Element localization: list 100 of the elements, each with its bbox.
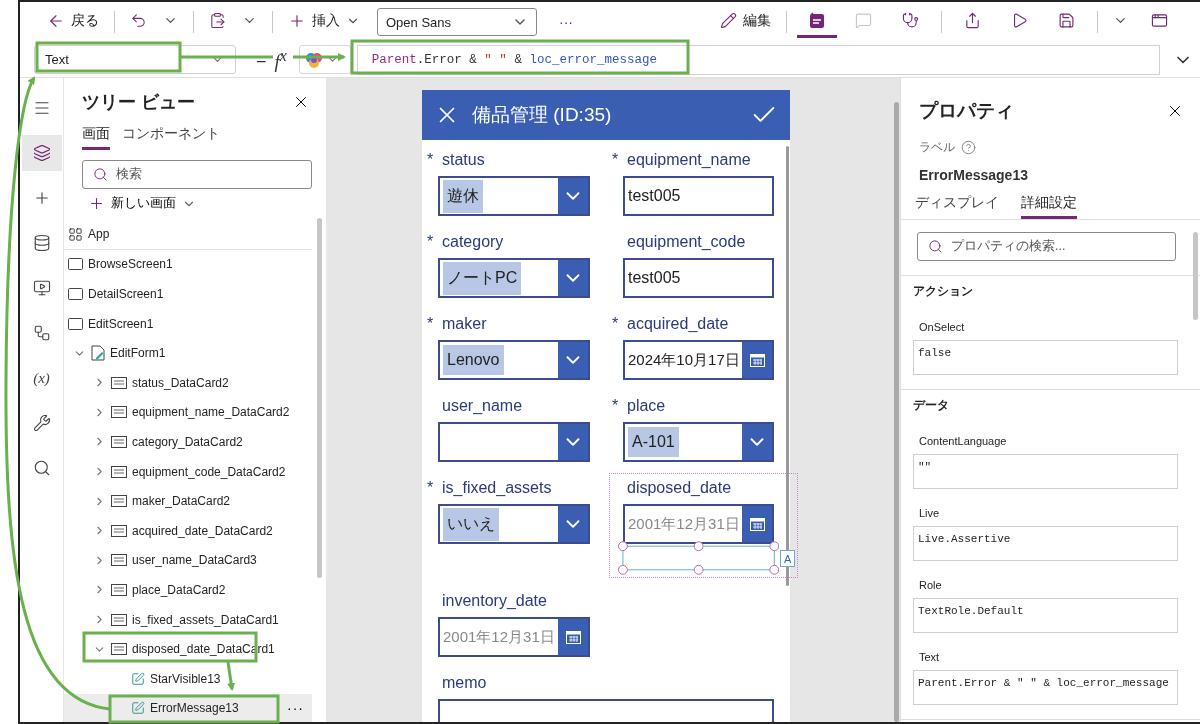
card-icon xyxy=(111,643,127,656)
edit-button[interactable]: 編集 xyxy=(715,6,776,38)
tree-item[interactable]: place_DataCard2 xyxy=(64,575,312,605)
property-value-field[interactable]: TextRole.Default xyxy=(913,598,1178,633)
property-dropdown[interactable]: Text xyxy=(34,45,236,74)
tree-item[interactable]: equipment_name_DataCard2 xyxy=(64,397,312,428)
dropdown-field[interactable] xyxy=(438,422,590,462)
property-value-field[interactable]: false xyxy=(913,340,1178,375)
property-value-field[interactable]: Parent.Error & " " & loc_error_message xyxy=(913,670,1178,705)
tree-item[interactable]: acquired_date_DataCard2 xyxy=(64,515,312,546)
database-icon xyxy=(32,234,51,252)
search-field[interactable]: プロパティの検索... xyxy=(917,232,1176,261)
data-card[interactable]: memo xyxy=(427,671,795,722)
tab[interactable]: 詳細設定 xyxy=(1021,191,1077,219)
required-mark: * xyxy=(427,233,435,251)
field-label: memo xyxy=(442,674,487,692)
text-field[interactable]: test005 xyxy=(623,258,774,298)
date-field[interactable]: 2001年12月31日 xyxy=(438,617,590,657)
new-screen-button[interactable]: 新しい画面 xyxy=(88,195,326,212)
data-card[interactable]: * status 遊休 xyxy=(427,148,612,216)
field-label: equipment_code xyxy=(627,233,746,251)
dropdown-field[interactable]: Lenovo xyxy=(438,340,590,380)
dropdown-button[interactable] xyxy=(558,342,588,378)
required-mark: * xyxy=(612,315,620,333)
scrollbar[interactable] xyxy=(317,218,322,578)
field-label: equipment_name xyxy=(627,151,751,169)
calendar-button[interactable] xyxy=(558,619,588,655)
dropdown-button[interactable] xyxy=(558,178,588,214)
dropdown-button[interactable] xyxy=(558,424,588,460)
rail-button[interactable] xyxy=(21,135,62,171)
tree-item[interactable]: StarVisible13 xyxy=(64,663,312,694)
data-card[interactable]: * category ノートPC xyxy=(427,230,612,298)
tab[interactable]: 画面 xyxy=(82,122,110,150)
tree-item[interactable]: status_DataCard2 xyxy=(64,367,312,398)
dropdown-field[interactable]: A-101 xyxy=(623,422,774,462)
font-dropdown[interactable]: Open Sans xyxy=(377,8,537,36)
date-field[interactable]: 2024年10月17日 xyxy=(623,340,774,380)
search-icon xyxy=(93,167,108,182)
data-card[interactable]: equipment_code test005 xyxy=(612,230,795,298)
data-card[interactable]: disposed_date 2001年12月31日 A xyxy=(612,476,795,575)
insert-button[interactable]: 挿入 xyxy=(283,6,365,38)
dropdown-button[interactable] xyxy=(558,260,588,296)
undo-icon xyxy=(130,12,147,29)
tree-item[interactable]: DetailScreen1 xyxy=(64,279,312,309)
card-icon xyxy=(111,435,127,448)
tree-item[interactable]: user_name_DataCard3 xyxy=(64,545,312,576)
required-mark: * xyxy=(612,151,620,169)
data-card[interactable]: * equipment_name test005 xyxy=(612,148,795,216)
dropdown-button[interactable] xyxy=(742,424,772,460)
copilot-button[interactable] xyxy=(298,45,351,74)
tab[interactable]: コンポーネント xyxy=(122,122,220,150)
tree-item[interactable]: equipment_code_DataCard2 xyxy=(64,456,312,487)
dropdown-field[interactable]: ノートPC xyxy=(438,258,590,298)
data-card[interactable]: * is_fixed_assets いいえ xyxy=(427,476,612,575)
tree-item[interactable]: category_DataCard2 xyxy=(64,427,312,457)
tree-item[interactable]: is_fixed_assets_DataCard1 xyxy=(64,604,312,635)
card-icon xyxy=(111,613,127,626)
dropdown-button[interactable] xyxy=(558,506,588,542)
date-field[interactable]: 2001年12月31日 xyxy=(623,504,774,544)
scrollbar[interactable] xyxy=(894,102,899,722)
dropdown-field[interactable]: いいえ xyxy=(438,504,590,544)
tree-item[interactable]: BrowseScreen1 xyxy=(64,249,312,280)
text-field[interactable]: test005 xyxy=(623,176,774,216)
dropdown-field[interactable]: 遊休 xyxy=(438,176,590,216)
calendar-icon xyxy=(565,630,581,644)
search-field[interactable]: 検索 xyxy=(82,160,312,189)
scrollbar[interactable] xyxy=(1193,232,1198,320)
tree-item[interactable]: EditForm1 xyxy=(64,338,312,368)
data-card[interactable]: user_name xyxy=(427,394,612,462)
data-card[interactable]: * place A-101 xyxy=(612,394,795,462)
card-icon xyxy=(111,465,127,478)
tree-item[interactable]: maker_DataCard2 xyxy=(64,486,312,516)
checker-icon xyxy=(809,12,825,29)
app-icon xyxy=(68,226,83,242)
property-value-field[interactable]: "" xyxy=(913,454,1178,489)
property-name: Text xyxy=(919,651,941,663)
selection-frame-drawing[interactable] xyxy=(618,541,780,575)
calendar-button[interactable] xyxy=(742,506,772,542)
field-label: place xyxy=(627,397,666,415)
calendar-button[interactable] xyxy=(742,342,772,378)
more-button[interactable]: ··· xyxy=(279,700,312,717)
tree-item[interactable]: App xyxy=(64,220,312,250)
formula-field[interactable]: Parent.Error & " " & loc_error_message xyxy=(356,44,1160,75)
menu-icon xyxy=(32,99,51,117)
tree-item[interactable]: EditScreen1 xyxy=(64,308,312,339)
data-card[interactable]: inventory_date 2001年12月31日 xyxy=(427,589,612,657)
data-card[interactable]: * maker Lenovo xyxy=(427,312,612,380)
arrow xyxy=(226,661,236,691)
card-icon xyxy=(111,524,127,537)
wrench-icon xyxy=(32,414,51,432)
screen-icon xyxy=(68,317,83,330)
property-value-field[interactable]: Live.Assertive xyxy=(913,526,1178,561)
variables-button[interactable]: (x) xyxy=(21,360,62,396)
data-card[interactable]: * acquired_date 2024年10月17日 xyxy=(612,312,795,380)
scrollbar[interactable] xyxy=(786,146,789,586)
back-button[interactable]: 戻る xyxy=(42,6,104,38)
more-button[interactable]: ··· xyxy=(543,14,589,30)
tab[interactable]: ディスプレイ xyxy=(915,191,999,219)
field-label: maker xyxy=(442,315,487,333)
property-name: OnSelect xyxy=(919,321,966,333)
